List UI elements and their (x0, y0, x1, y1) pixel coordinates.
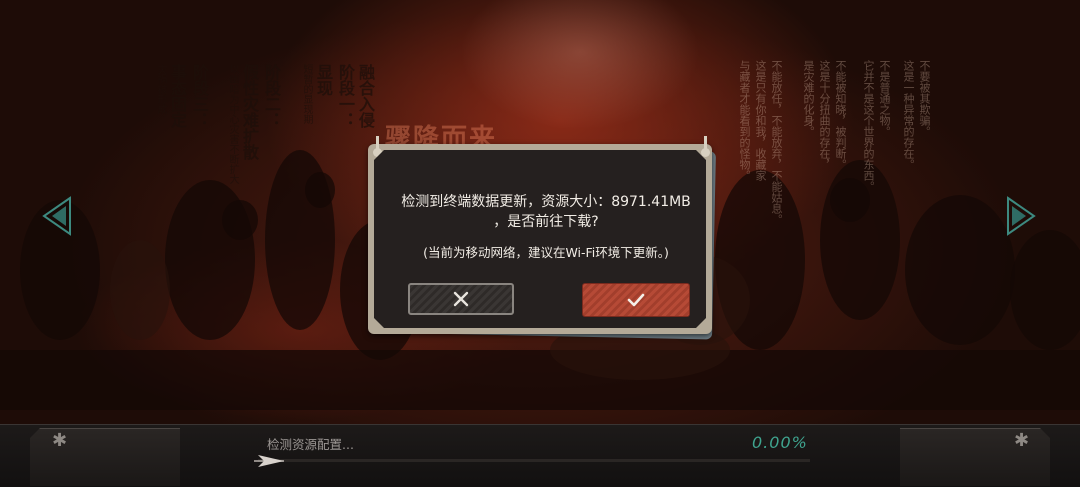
bg-right-text-6: 不能被知晓，被判断。 (834, 60, 847, 170)
close-icon (453, 291, 469, 307)
bg-right-text-9: 这是一种异常的存在。 (902, 60, 915, 170)
dialog-frame: 检测到终端数据更新，资源大小：8971.41MB ，是否前往下载? (当前为移动… (368, 136, 712, 334)
dialog-body: 检测到终端数据更新，资源大小：8971.41MB ，是否前往下载? (当前为移动… (374, 150, 706, 328)
bg-text-col-5: 假性灾难扩散 (240, 64, 259, 160)
confirm-button[interactable] (582, 283, 690, 317)
bg-text-col-6: 阶段三： (190, 64, 209, 128)
bg-right-text-8: 不是普通之物。 (878, 60, 891, 137)
progress-percent: 0.00% (752, 433, 808, 452)
arrow-right-icon[interactable] (1004, 196, 1038, 236)
bg-right-text-10: 不要被其欺骗。 (918, 60, 931, 137)
progress-pointer-icon (254, 455, 284, 467)
pin-icon (373, 136, 382, 157)
check-icon (627, 293, 645, 307)
bg-right-text-4: 是灾难的化身。 (802, 60, 815, 137)
dialog-network-note: (当前为移动网络，建议在Wi-Fi环境下更新。) (423, 245, 669, 260)
bg-text-col-5-sub: 以幽暗为中心灾害不断扩大 (227, 64, 238, 184)
dialog-message: 检测到终端数据更新，资源大小：8971.41MB ，是否前往下载? (394, 192, 698, 232)
bg-text-col-7: 事态固定 (168, 64, 187, 128)
progress-track (258, 459, 810, 462)
bg-right-text-2: 这是只有你和我，收藏家 (754, 60, 767, 181)
background-figure (460, 0, 700, 130)
asterisk-icon: ✱ (52, 430, 68, 451)
bg-text-col-3: 显现 (314, 64, 333, 96)
dialog-message-line1: 检测到终端数据更新，资源大小：8971.41MB (401, 194, 691, 210)
bg-text-col-7-sub: 灾祸被形成 (155, 64, 166, 114)
bg-right-text-7: 它并不是这个世界的东西。 (862, 60, 875, 192)
bg-text-col-2: 阶段一： (336, 64, 355, 128)
bg-right-text-3: 与藏者才能看到的怪物。 (738, 60, 751, 181)
pin-icon (701, 136, 710, 157)
bg-right-text-1: 不能放任，不能放弃，不能姑息。 (770, 60, 783, 225)
bg-right-text-5: 这是十分扭曲的存在， (818, 60, 831, 170)
update-dialog: 检测到终端数据更新，资源大小：8971.41MB ，是否前往下载? (当前为移动… (366, 136, 718, 340)
loading-status-text: 检测资源配置... (267, 437, 354, 452)
arrow-left-icon[interactable] (40, 196, 74, 236)
dialog-message-line2: ，是否前往下载? (493, 214, 599, 230)
asterisk-icon: ✱ (1014, 430, 1030, 451)
cancel-button[interactable] (408, 283, 514, 315)
bg-text-col-4: 阶段二： (262, 64, 281, 128)
bg-text-col-3-sub: 短暂的显现期 (301, 64, 312, 124)
bg-text-col-1: 融合入侵 (356, 64, 375, 128)
